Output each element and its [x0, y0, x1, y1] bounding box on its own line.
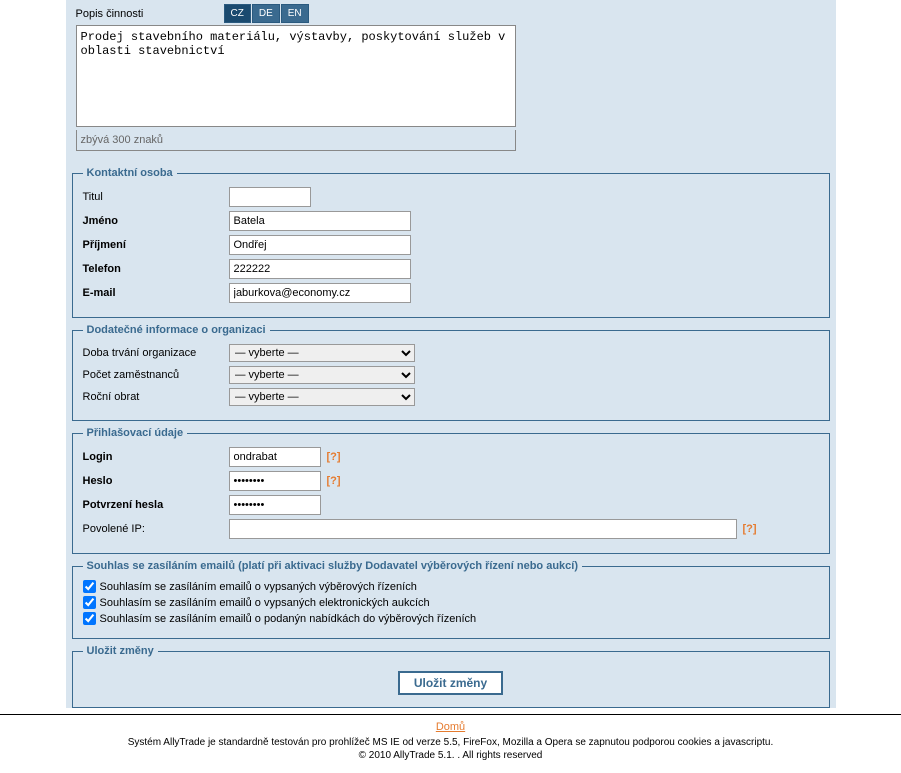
- jmeno-label: Jméno: [83, 215, 229, 227]
- copyright: © 2010 AllyTrade 5.1. . All rights reser…: [0, 750, 901, 761]
- titul-field[interactable]: [229, 187, 311, 207]
- login-field[interactable]: [229, 447, 321, 467]
- consent1-checkbox[interactable]: [83, 580, 96, 593]
- titul-label: Titul: [83, 191, 229, 203]
- consent-legend: Souhlas se zasíláním emailů (platí při a…: [83, 560, 583, 572]
- lang-tab-de[interactable]: DE: [252, 4, 280, 23]
- telefon-field[interactable]: [229, 259, 411, 279]
- email-label: E-mail: [83, 287, 229, 299]
- save-button[interactable]: Uložit změny: [398, 671, 503, 695]
- login-label: Login: [83, 451, 229, 463]
- activity-label: Popis činnosti: [76, 8, 224, 20]
- potvrz-field[interactable]: [229, 495, 321, 515]
- telefon-label: Telefon: [83, 263, 229, 275]
- contact-fieldset: Kontaktní osoba Titul Jméno Příjmení Tel…: [72, 167, 830, 318]
- consent-fieldset: Souhlas se zasíláním emailů (platí při a…: [72, 560, 830, 639]
- heslo-help-icon[interactable]: [?]: [327, 475, 341, 487]
- consent3-checkbox[interactable]: [83, 612, 96, 625]
- obrat-select[interactable]: — vyberte —: [229, 388, 415, 406]
- pocet-select[interactable]: — vyberte —: [229, 366, 415, 384]
- orginfo-fieldset: Dodatečné informace o organizaci Doba tr…: [72, 324, 830, 421]
- save-fieldset: Uložit změny Uložit změny: [72, 645, 830, 708]
- ip-label: Povolené IP:: [83, 523, 229, 535]
- consent2-label: Souhlasím se zasíláním emailů o vypsanýc…: [100, 597, 430, 609]
- login-legend: Přihlašovací údaje: [83, 427, 188, 439]
- consent3-label: Souhlasím se zasíláním emailů o podanýn …: [100, 613, 477, 625]
- ip-help-icon[interactable]: [?]: [743, 523, 757, 535]
- system-note: Systém AllyTrade je standardně testován …: [0, 737, 901, 748]
- prijmeni-label: Příjmení: [83, 239, 229, 251]
- lang-tab-en[interactable]: EN: [281, 4, 309, 23]
- doba-select[interactable]: — vyberte —: [229, 344, 415, 362]
- login-fieldset: Přihlašovací údaje Login [?] Heslo [?] Pot…: [72, 427, 830, 554]
- jmeno-field[interactable]: [229, 211, 411, 231]
- pocet-label: Počet zaměstnanců: [83, 369, 229, 381]
- lang-tab-cz[interactable]: CZ: [224, 4, 251, 23]
- orginfo-legend: Dodatečné informace o organizaci: [83, 324, 270, 336]
- heslo-field[interactable]: [229, 471, 321, 491]
- activity-textarea[interactable]: [76, 25, 516, 127]
- ip-field[interactable]: [229, 519, 737, 539]
- obrat-label: Roční obrat: [83, 391, 229, 403]
- login-help-icon[interactable]: [?]: [327, 451, 341, 463]
- home-link[interactable]: Domů: [436, 721, 465, 733]
- consent1-label: Souhlasím se zasíláním emailů o vypsanýc…: [100, 581, 417, 593]
- consent2-checkbox[interactable]: [83, 596, 96, 609]
- contact-legend: Kontaktní osoba: [83, 167, 177, 179]
- prijmeni-field[interactable]: [229, 235, 411, 255]
- potvrz-label: Potvrzení hesla: [83, 499, 229, 511]
- char-remaining: zbývá 300 znaků: [76, 130, 516, 151]
- email-field[interactable]: [229, 283, 411, 303]
- heslo-label: Heslo: [83, 475, 229, 487]
- save-legend: Uložit změny: [83, 645, 158, 657]
- doba-label: Doba trvání organizace: [83, 347, 229, 359]
